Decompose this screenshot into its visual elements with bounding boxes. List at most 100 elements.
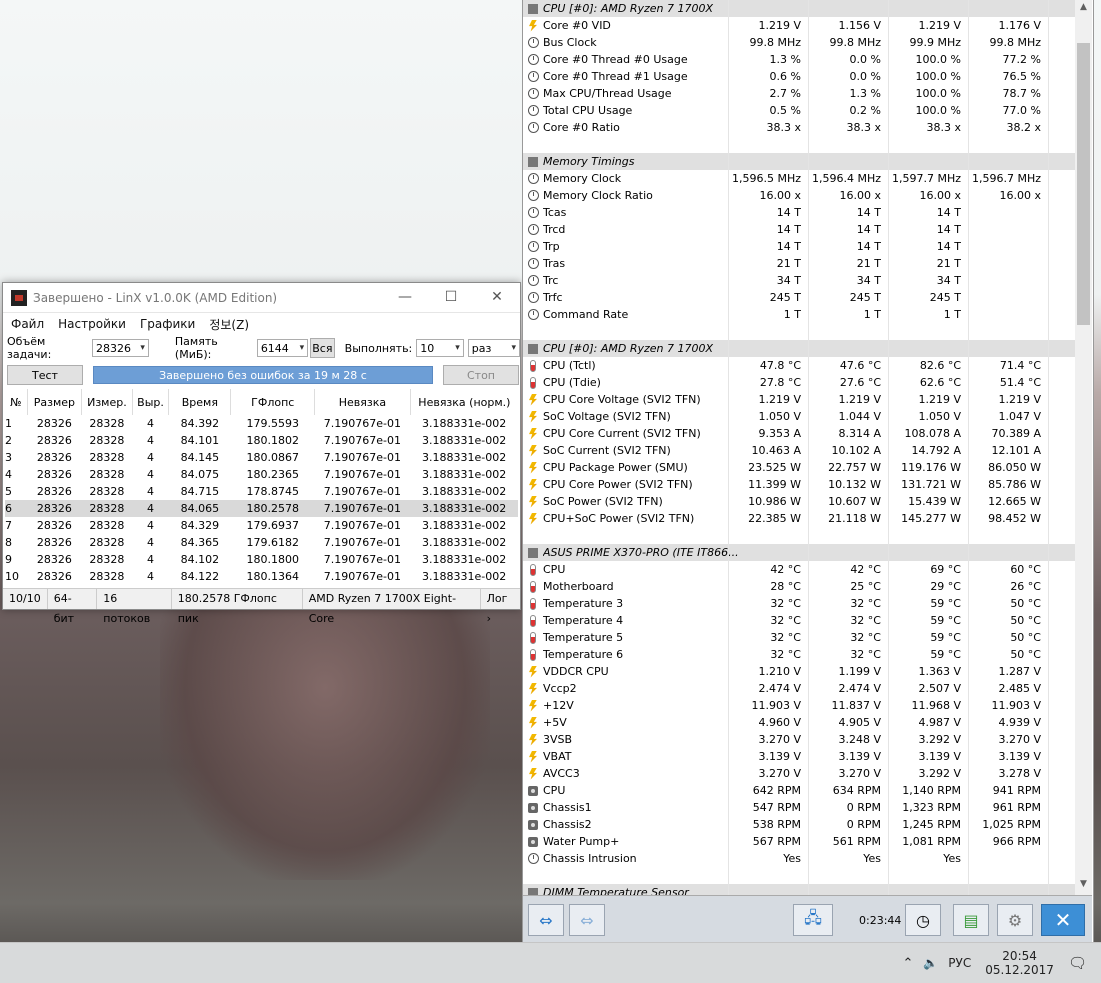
- stop-button[interactable]: Стоп: [443, 365, 519, 385]
- sensor-row[interactable]: Core #0 Thread #0 Usage 1.3 % 0.0 % 100.0 %…: [523, 51, 1075, 68]
- column-header[interactable]: ГФлопс: [230, 389, 316, 415]
- memory-select[interactable]: 6144 ▾: [256, 339, 309, 357]
- sensor-row[interactable]: Command Rate 1 T 1 T 1 T: [523, 306, 1075, 323]
- chevron-up-icon[interactable]: ⌃: [902, 956, 913, 971]
- sensor-row[interactable]: Trp 14 T 14 T 14 T: [523, 238, 1075, 255]
- sensor-row[interactable]: Vccp2 2.474 V 2.474 V 2.507 V 2.485 V: [523, 680, 1075, 697]
- sensor-row[interactable]: Temperature 3 32 °C 32 °C 59 °C 50 °C: [523, 595, 1075, 612]
- sensor-row[interactable]: Trc 34 T 34 T 34 T: [523, 272, 1075, 289]
- log-button[interactable]: Лог ›: [481, 589, 520, 625]
- sensor-row[interactable]: VBAT 3.139 V 3.139 V 3.139 V 3.139 V: [523, 748, 1075, 765]
- menu-file[interactable]: Файл: [11, 317, 44, 331]
- column-header[interactable]: Размер: [27, 389, 83, 415]
- column-header[interactable]: Время: [168, 389, 232, 415]
- sensor-list[interactable]: CPU [#0]: AMD Ryzen 7 1700X Core #0 VID 1.…: [523, 0, 1075, 895]
- settings-gear-icon[interactable]: ⚙: [997, 904, 1033, 936]
- table-row[interactable]: 7 28326 28328 4 84.329 179.6937 7.190767e-01 3.…: [5, 517, 518, 534]
- column-header[interactable]: Невязка: [314, 389, 411, 415]
- scrollbar[interactable]: ▲ ▼: [1075, 0, 1092, 895]
- menu-info[interactable]: 정보(Z): [209, 316, 249, 333]
- sensor-row[interactable]: CPU Core Current (SVI2 TFN) 9.353 A 8.314 …: [523, 425, 1075, 442]
- sensor-row[interactable]: CPU 42 °C 42 °C 69 °C 60 °C: [523, 561, 1075, 578]
- sensor-section-header[interactable]: CPU [#0]: AMD Ryzen 7 1700X: [523, 340, 1075, 357]
- sensor-row[interactable]: CPU (Tctl) 47.8 °C 47.6 °C 82.6 °C 71.4 °C: [523, 357, 1075, 374]
- sensor-row[interactable]: AVCC3 3.270 V 3.270 V 3.292 V 3.278 V: [523, 765, 1075, 782]
- sensor-row[interactable]: +12V 11.903 V 11.837 V 11.968 V 11.903 V: [523, 697, 1075, 714]
- sensor-row[interactable]: Temperature 4 32 °C 32 °C 59 °C 50 °C: [523, 612, 1075, 629]
- column-header[interactable]: Выр.: [132, 389, 170, 415]
- sensor-row[interactable]: CPU Package Power (SMU) 23.525 W 22.757 W 1…: [523, 459, 1075, 476]
- sensor-row[interactable]: Tcas 14 T 14 T 14 T: [523, 204, 1075, 221]
- expand-arrows-icon[interactable]: ⇔: [528, 904, 564, 936]
- table-row[interactable]: 6 28326 28328 4 84.065 180.2578 7.190767e-01 3.…: [5, 500, 518, 517]
- column-header[interactable]: Невязка (норм.): [410, 389, 518, 415]
- network-icon[interactable]: 🖧: [793, 904, 833, 936]
- sensor-section-header[interactable]: Memory Timings: [523, 153, 1075, 170]
- collapse-arrows-icon[interactable]: ⇔: [569, 904, 605, 936]
- table-row[interactable]: 9 28326 28328 4 84.102 180.1800 7.190767e-01 3.…: [5, 551, 518, 568]
- table-row[interactable]: 1 28326 28328 4 84.392 179.5593 7.190767e-01 3.…: [5, 415, 518, 432]
- column-header[interactable]: №: [5, 389, 28, 415]
- all-memory-button[interactable]: Вся: [310, 338, 335, 358]
- run-count-select[interactable]: 10 ▾: [416, 339, 464, 357]
- table-row[interactable]: 4 28326 28328 4 84.075 180.2365 7.190767e-01 3.…: [5, 466, 518, 483]
- sensor-row[interactable]: Chassis Intrusion Yes Yes Yes: [523, 850, 1075, 867]
- sensor-row[interactable]: CPU+SoC Power (SVI2 TFN) 22.385 W 21.118 W…: [523, 510, 1075, 527]
- close-icon[interactable]: ✕: [1041, 904, 1085, 936]
- run-unit-select[interactable]: раз ▾: [467, 339, 520, 357]
- add-log-icon[interactable]: ▤: [953, 904, 989, 936]
- menu-settings[interactable]: Настройки: [58, 317, 126, 331]
- sensor-section-header[interactable]: ASUS PRIME X370-PRO (ITE IT866...: [523, 544, 1075, 561]
- sensor-row[interactable]: 3VSB 3.270 V 3.248 V 3.292 V 3.270 V: [523, 731, 1075, 748]
- sensor-row[interactable]: +5V 4.960 V 4.905 V 4.987 V 4.939 V: [523, 714, 1075, 731]
- sensor-row[interactable]: CPU (Tdie) 27.8 °C 27.6 °C 62.6 °C 51.4 °C: [523, 374, 1075, 391]
- sensor-row[interactable]: SoC Voltage (SVI2 TFN) 1.050 V 1.044 V 1.05…: [523, 408, 1075, 425]
- sensor-row[interactable]: VDDCR CPU 1.210 V 1.199 V 1.363 V 1.287 V: [523, 663, 1075, 680]
- title-bar[interactable]: Завершено - LinX v1.0.0K (AMD Edition) —…: [3, 283, 520, 313]
- sensor-row[interactable]: Bus Clock 99.8 MHz 99.8 MHz 99.9 MHz 99.8 MH…: [523, 34, 1075, 51]
- task-size-select[interactable]: 28326 ▾: [91, 339, 149, 357]
- sensor-row[interactable]: Memory Clock Ratio 16.00 x 16.00 x 16.00 x 1…: [523, 187, 1075, 204]
- notifications-icon[interactable]: 🗨: [1068, 954, 1087, 972]
- sensor-section-header[interactable]: DIMM Temperature Sensor: [523, 884, 1075, 895]
- sensor-row[interactable]: Core #0 Ratio 38.3 x 38.3 x 38.3 x 38.2 x: [523, 119, 1075, 136]
- clock-icon[interactable]: ◷: [905, 904, 941, 936]
- sensor-row[interactable]: SoC Power (SVI2 TFN) 10.986 W 10.607 W 15.4…: [523, 493, 1075, 510]
- sensor-row[interactable]: Chassis1 547 RPM 0 RPM 1,323 RPM 961 RPM: [523, 799, 1075, 816]
- sensor-row[interactable]: Max CPU/Thread Usage 2.7 % 1.3 % 100.0 % 78.…: [523, 85, 1075, 102]
- table-row[interactable]: 10 28326 28328 4 84.122 180.1364 7.190767e-01 3…: [5, 568, 518, 585]
- sensor-row[interactable]: Motherboard 28 °C 25 °C 29 °C 26 °C: [523, 578, 1075, 595]
- sensor-row[interactable]: Total CPU Usage 0.5 % 0.2 % 100.0 % 77.0 %: [523, 102, 1075, 119]
- scroll-down-icon[interactable]: ▼: [1075, 879, 1092, 893]
- sensor-row[interactable]: Tras 21 T 21 T 21 T: [523, 255, 1075, 272]
- volume-icon[interactable]: 🔈: [923, 956, 938, 970]
- language-indicator[interactable]: РУС: [948, 956, 971, 970]
- scrollbar-thumb[interactable]: [1077, 43, 1090, 325]
- table-row[interactable]: 3 28326 28328 4 84.145 180.0867 7.190767e-01 3.…: [5, 449, 518, 466]
- sensor-row[interactable]: SoC Current (SVI2 TFN) 10.463 A 10.102 A 14…: [523, 442, 1075, 459]
- table-row[interactable]: 8 28326 28328 4 84.365 179.6182 7.190767e-01 3.…: [5, 534, 518, 551]
- test-button[interactable]: Тест: [7, 365, 83, 385]
- minimize-icon[interactable]: —: [382, 283, 428, 312]
- sensor-row[interactable]: CPU Core Voltage (SVI2 TFN) 1.219 V 1.219 …: [523, 391, 1075, 408]
- sensor-row[interactable]: Trfc 245 T 245 T 245 T: [523, 289, 1075, 306]
- table-row[interactable]: 5 28326 28328 4 84.715 178.8745 7.190767e-01 3.…: [5, 483, 518, 500]
- scroll-up-icon[interactable]: ▲: [1075, 2, 1092, 16]
- close-icon[interactable]: ✕: [474, 283, 520, 312]
- sensor-row[interactable]: Temperature 6 32 °C 32 °C 59 °C 50 °C: [523, 646, 1075, 663]
- sensor-row[interactable]: Trcd 14 T 14 T 14 T: [523, 221, 1075, 238]
- table-row[interactable]: 2 28326 28328 4 84.101 180.1802 7.190767e-01 3.…: [5, 432, 518, 449]
- sensor-row[interactable]: CPU Core Power (SVI2 TFN) 11.399 W 10.132 …: [523, 476, 1075, 493]
- sensor-row[interactable]: Core #0 VID 1.219 V 1.156 V 1.219 V 1.176 V: [523, 17, 1075, 34]
- sensor-row[interactable]: CPU 642 RPM 634 RPM 1,140 RPM 941 RPM: [523, 782, 1075, 799]
- sensor-row[interactable]: Core #0 Thread #1 Usage 0.6 % 0.0 % 100.0 %…: [523, 68, 1075, 85]
- sensor-row[interactable]: Temperature 5 32 °C 32 °C 59 °C 50 °C: [523, 629, 1075, 646]
- sensor-row[interactable]: Chassis2 538 RPM 0 RPM 1,245 RPM 1,025 RPM: [523, 816, 1075, 833]
- column-header[interactable]: Измер.: [81, 389, 133, 415]
- sensor-row[interactable]: Water Pump+ 567 RPM 561 RPM 1,081 RPM 966 RP…: [523, 833, 1075, 850]
- sensor-row[interactable]: Memory Clock 1,596.5 MHz 1,596.4 MHz 1,597.…: [523, 170, 1075, 187]
- sensor-section-header[interactable]: CPU [#0]: AMD Ryzen 7 1700X: [523, 0, 1075, 17]
- clock-area[interactable]: 20:54 05.12.2017: [985, 949, 1054, 977]
- maximize-icon[interactable]: ☐: [428, 283, 474, 312]
- menu-graphs[interactable]: Графики: [140, 317, 195, 331]
